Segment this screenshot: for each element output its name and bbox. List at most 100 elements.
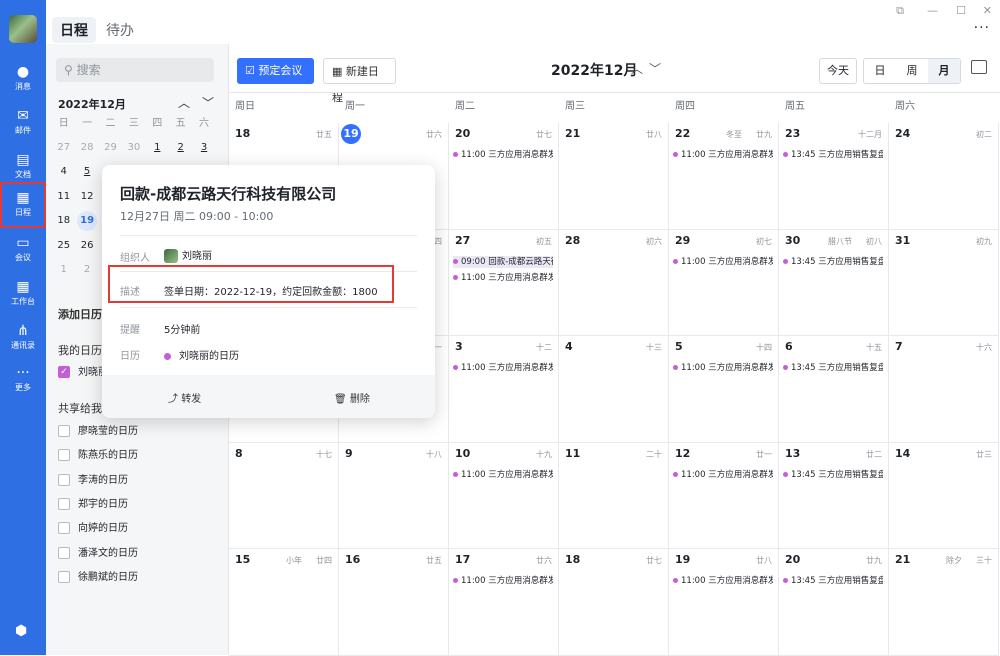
rail-item-5[interactable]: ▦ 工作台 (0, 273, 46, 319)
shared-calendar-item[interactable]: 陈燕乐的日历 (58, 449, 138, 467)
day-cell[interactable]: 15 廿四 小年 (229, 549, 339, 656)
day-cell[interactable]: 10 十九 11:00 三方应用消息群发 (449, 442, 559, 549)
day-cell[interactable]: 8 十七 (229, 442, 339, 549)
mini-day[interactable]: 4 (52, 162, 75, 182)
shared-calendar-item[interactable]: 李涛的日历 (58, 473, 128, 492)
event-item[interactable]: 11:00 三方应用消息群发 (453, 469, 553, 481)
day-cell[interactable]: 27 初五 09:00 回款-成都云路天行 11:00 三方应用消息群发 (449, 229, 559, 336)
event-item[interactable]: 11:00 三方应用消息群发 (453, 575, 553, 587)
delete-button[interactable]: 🗑 删除 (334, 390, 370, 405)
day-cell[interactable]: 11 二十 (559, 442, 669, 549)
mini-day[interactable]: 5 (75, 162, 98, 182)
event-item[interactable]: 11:00 三方应用消息群发 (673, 149, 773, 161)
prev-month-icon[interactable]: ︿ (631, 60, 643, 77)
view-week-button[interactable]: 周 (896, 59, 928, 83)
day-cell[interactable]: 22 廿九 冬至 11:00 三方应用消息群发 (669, 123, 779, 230)
mini-day[interactable]: 29 (99, 138, 122, 158)
today-button[interactable]: 今天 (819, 58, 857, 84)
checkbox[interactable] (58, 546, 70, 559)
day-cell[interactable]: 28 初六 (559, 229, 669, 336)
shared-calendar-item[interactable]: 潘泽文的日历 (58, 546, 138, 565)
rail-item-3[interactable]: ▦ 日程 (0, 182, 46, 228)
day-cell[interactable]: 20 廿九 13:45 三方应用销售复盘 (779, 549, 889, 656)
day-cell[interactable]: 3 十二 11:00 三方应用消息群发 (449, 336, 559, 443)
day-cell[interactable]: 12 廿一 11:00 三方应用消息群发 (669, 442, 779, 549)
view-month-button[interactable]: 月 (928, 59, 960, 83)
tab-schedule[interactable]: 日程 (52, 17, 96, 43)
day-cell[interactable]: 21 三十 除夕 (889, 549, 999, 656)
checkbox[interactable] (58, 449, 70, 462)
checkbox[interactable] (58, 425, 70, 437)
popout-icon[interactable]: ⧉ (896, 4, 904, 18)
mini-day[interactable]: 26 (75, 236, 98, 256)
checkbox[interactable] (58, 570, 70, 583)
event-item[interactable]: 11:00 三方应用消息群发 (453, 149, 553, 161)
new-event-button[interactable]: ▦ 新建日程 (323, 58, 396, 104)
mini-day[interactable]: 11 (52, 187, 75, 207)
mini-day[interactable]: 28 (75, 138, 98, 158)
checkbox[interactable] (58, 473, 70, 486)
event-item[interactable]: 11:00 三方应用消息群发 (673, 256, 773, 268)
checkbox[interactable]: ✓ (58, 366, 70, 378)
mini-day[interactable]: 12 (75, 187, 98, 207)
event-item[interactable]: 11:00 三方应用消息群发 (673, 469, 773, 481)
minimize-icon[interactable]: — (927, 4, 938, 17)
day-cell[interactable]: 23 十二月 13:45 三方应用销售复盘 (779, 123, 889, 230)
search-input[interactable]: ⚲ 搜索 (56, 58, 214, 82)
avatar[interactable] (9, 15, 37, 43)
rail-item-0[interactable]: ● 消息 (0, 58, 46, 104)
day-cell[interactable]: 20 廿七 11:00 三方应用消息群发 (449, 123, 559, 230)
rail-item-1[interactable]: ✉ 邮件 (0, 102, 46, 148)
close-icon[interactable]: ✕ (983, 4, 992, 17)
mini-day[interactable]: 19 (77, 211, 98, 232)
day-cell[interactable]: 4 十三 (559, 336, 669, 443)
event-item[interactable]: 13:45 三方应用销售复盘 (783, 362, 883, 374)
shared-calendar-item[interactable]: 廖晓莹的日历 (58, 425, 138, 443)
checkbox[interactable] (58, 522, 70, 535)
day-cell[interactable]: 19 廿八 11:00 三方应用消息群发 (669, 549, 779, 656)
day-cell[interactable]: 7 十六 (889, 336, 999, 443)
mini-day[interactable]: 25 (52, 236, 75, 256)
day-cell[interactable]: 21 廿八 (559, 123, 669, 230)
tab-todo[interactable]: 待办 (106, 20, 134, 40)
mini-day[interactable]: 2 (75, 260, 98, 280)
book-meeting-button[interactable]: ☑ 预定会议 (237, 58, 314, 84)
day-cell[interactable]: 16 廿五 (339, 549, 449, 656)
day-cell[interactable]: 31 初九 (889, 229, 999, 336)
event-item[interactable]: 11:00 三方应用消息群发 (453, 272, 553, 284)
event-item[interactable]: 13:45 三方应用销售复盘 (783, 256, 883, 268)
day-cell[interactable]: 17 廿六 11:00 三方应用消息群发 (449, 549, 559, 656)
mini-day[interactable]: 3 (192, 138, 215, 158)
event-item[interactable]: 09:00 回款-成都云路天行 (453, 255, 553, 268)
event-item[interactable]: 11:00 三方应用消息群发 (453, 362, 553, 374)
event-item[interactable]: 13:45 三方应用销售复盘 (783, 575, 883, 587)
day-cell[interactable]: 6 十五 13:45 三方应用销售复盘 (779, 336, 889, 443)
day-cell[interactable]: 5 十四 11:00 三方应用消息群发 (669, 336, 779, 443)
day-cell[interactable]: 18 廿七 (559, 549, 669, 656)
mini-day[interactable]: 18 (52, 211, 75, 231)
next-month-icon[interactable]: ﹀ (649, 60, 661, 77)
maximize-icon[interactable]: ☐ (956, 4, 966, 17)
shared-calendar-item[interactable]: 徐鹏斌的日历 (58, 570, 138, 589)
day-cell[interactable]: 9 十八 (339, 442, 449, 549)
shared-calendar-item[interactable]: 郑宇的日历 (58, 497, 128, 516)
event-item[interactable]: 11:00 三方应用消息群发 (673, 362, 773, 374)
mini-day[interactable]: 27 (52, 138, 75, 158)
apps-icon[interactable]: ⬢ (15, 623, 27, 639)
view-day-button[interactable]: 日 (864, 59, 896, 83)
mini-day[interactable]: 1 (52, 260, 75, 280)
rail-item-7[interactable]: ··· 更多 (0, 359, 46, 405)
more-menu-icon[interactable]: ··· (974, 20, 990, 36)
day-cell[interactable]: 24 初二 (889, 123, 999, 230)
day-cell[interactable]: 13 廿二 13:45 三方应用销售复盘 (779, 442, 889, 549)
rail-item-6[interactable]: ⋔ 通讯录 (0, 317, 46, 363)
day-cell[interactable]: 14 廿三 (889, 442, 999, 549)
sidebar-toggle-icon[interactable] (971, 60, 987, 74)
day-cell[interactable]: 30 初八 腊八节 13:45 三方应用销售复盘 (779, 229, 889, 336)
chevron-down-icon[interactable]: ﹀ (202, 94, 214, 111)
forward-button[interactable]: ⤴ 转发 (168, 390, 201, 405)
chevron-up-icon[interactable]: ︿ (178, 94, 190, 111)
mini-day[interactable]: 2 (169, 138, 192, 158)
event-item[interactable]: 13:45 三方应用销售复盘 (783, 469, 883, 481)
rail-item-4[interactable]: ▭ 会议 (0, 229, 46, 275)
